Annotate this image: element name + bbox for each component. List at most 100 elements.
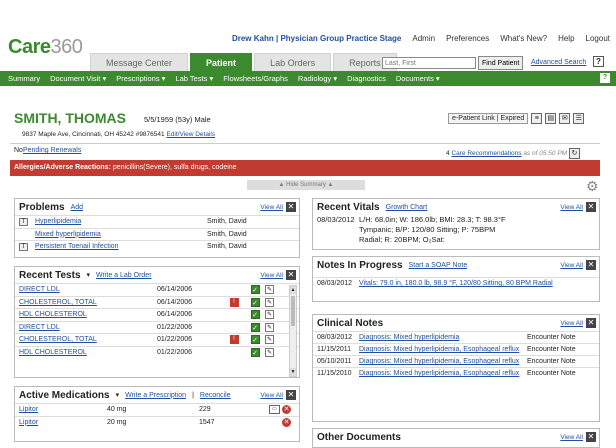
meds-view-all[interactable]: View All [260,392,283,399]
advanced-search-link[interactable]: Advanced Search [531,59,586,66]
patient-demographics: 5/5/1959 (53y) Male [144,115,211,124]
close-icon[interactable]: ✕ [286,390,296,400]
close-icon[interactable]: ✕ [586,202,596,212]
write-lab-order-link[interactable]: Write a Lab Order [96,272,152,279]
nav-prescriptions[interactable]: Prescriptions ▾ [116,74,165,83]
message-icon[interactable]: ▭ [269,405,280,415]
nav-radiology[interactable]: Radiology ▾ [298,74,337,83]
review-checkbox[interactable]: ✓ [250,322,260,332]
nav-diagnostics[interactable]: Diagnostics [347,74,386,83]
nav-document-visit[interactable]: Document Visit ▾ [50,74,106,83]
vitals-view-all[interactable]: View All [560,204,583,211]
list-item: T Hyperlipidemia Smith, David [15,215,299,228]
list-item: T Persistent Toenail Infection Smith, Davi… [15,240,299,253]
table-row: CHOLESTEROL, TOTAL 06/14/2006! ✓ ✎ [15,295,299,309]
list-item: 08/03/2012 Vitals: 79.0 in, 180.0 lb, 98.… [313,277,599,289]
edit-icon[interactable]: ✎ [265,322,274,332]
preferences-menu[interactable]: Preferences [446,34,489,43]
tab-lab-orders[interactable]: Lab Orders [254,53,332,71]
other-documents-panel: Other Documents View All ✕ [312,428,600,448]
patient-nav-bar: Summary Document Visit ▾ Prescriptions ▾… [0,71,616,86]
close-icon[interactable]: ✕ [286,202,296,212]
close-icon[interactable]: ✕ [586,260,596,270]
scrollbar[interactable]: ▲ ▼ [289,285,297,377]
review-checkbox[interactable]: ✓ [250,297,260,307]
list-item: 08/03/2012 Diagnosis: Mixed hyperlipidemi… [313,331,599,343]
table-row: CHOLESTEROL, TOTAL 01/22/2006! ✓ ✎ [15,333,299,346]
list-item: 11/15/2010 Diagnosis: Mixed hyperlipidemi… [313,367,599,379]
refresh-icon[interactable]: ↻ [568,148,580,159]
problems-view-all[interactable]: View All [260,204,283,211]
list-item: Mixed hyperlipidemia Smith, David [15,227,299,241]
active-medications-panel: Active Medications ▾ Write a Prescription |… [14,386,300,442]
notes-icon[interactable]: ≡ [531,113,543,124]
table-row: HDL CHOLESTEROL 06/14/2006 ✓ ✎ [15,308,299,321]
print-icon[interactable]: ▤ [545,113,557,124]
edit-icon[interactable]: ✎ [265,297,274,307]
care-recommendations-link[interactable]: Care Recommendations [451,150,521,157]
nav-documents[interactable]: Documents ▾ [396,74,440,83]
remove-icon[interactable]: ✕ [282,417,291,427]
nav-summary[interactable]: Summary [8,74,40,83]
vitals-values: L/H: 68.0in; W: 186.0lb; BMI: 28.3; T: 9… [359,215,506,244]
notes-in-progress-panel: Notes In Progress Start a SOAP Note View … [312,256,600,302]
care360-logo: Care360 [8,36,83,58]
close-icon[interactable]: ✕ [586,432,596,442]
recent-vitals-panel: Recent Vitals Growth Chart View All ✕ 08/… [312,198,600,250]
nav-flowsheets[interactable]: Flowsheets/Graphs [223,74,288,83]
pending-renewals-link[interactable]: Pending Renewals [23,147,81,154]
edit-icon[interactable]: ✎ [265,285,274,295]
record-icon[interactable]: T [19,217,28,226]
logout-link[interactable]: Logout [586,34,610,43]
review-checkbox[interactable]: ✓ [250,347,260,357]
clinical-notes-panel: Clinical Notes View All ✕ 08/03/2012 Diag… [312,314,600,422]
clinical-view-all[interactable]: View All [560,320,583,327]
review-checkbox[interactable]: ✓ [250,285,260,295]
list-item: Lipitor 20 mg 1547 ✕ [15,415,299,429]
write-prescription-link[interactable]: Write a Prescription [125,392,186,399]
review-checkbox[interactable]: ✓ [250,335,260,345]
review-checkbox[interactable]: ✓ [250,310,260,320]
list-item: Lipitor 40 mg 229 ▭ ✕ [15,403,299,416]
tests-view-all[interactable]: View All [260,272,283,279]
renewals: NoPending Renewals [14,147,82,154]
find-patient-button[interactable]: Find Patient [478,56,524,70]
help-icon[interactable]: ? [593,56,604,67]
patient-address: 9837 Maple Ave, Cincinnati, OH 45242 #98… [22,131,216,138]
tab-message-center[interactable]: Message Center [90,53,189,71]
admin-menu[interactable]: Admin [412,34,435,43]
nav-help-icon[interactable]: ? [600,73,610,83]
problems-panel: Problems Add View All ✕ T Hyperlipidemia Sm… [14,198,300,258]
close-icon[interactable]: ✕ [286,270,296,280]
alert-icon: ! [229,335,239,345]
patient-toolbar: e-Patient Link | Expired ≡ ▤ ✉ ☰ [448,113,585,124]
patient-search-input[interactable] [382,57,476,69]
tab-patient[interactable]: Patient [190,53,253,71]
edit-details-link[interactable]: Edit/View Details [166,131,215,138]
start-soap-note-link[interactable]: Start a SOAP Note [409,262,468,269]
add-problem-link[interactable]: Add [71,204,83,211]
growth-chart-link[interactable]: Growth Chart [386,204,428,211]
whats-new-link[interactable]: What's New? [500,34,547,43]
edit-icon[interactable]: ✎ [265,310,274,320]
epatient-link-button[interactable]: e-Patient Link | Expired [448,113,529,124]
other-docs-view-all[interactable]: View All [560,434,583,441]
remove-icon[interactable]: ✕ [282,405,291,415]
edit-icon[interactable]: ✎ [265,347,274,357]
top-bar: Drew Kahn | Physician Group Practice Sta… [232,34,610,43]
list-icon[interactable]: ☰ [573,113,585,124]
table-row: DIRECT LDL 06/14/2006 ✓ ✎ [15,283,299,296]
gear-icon[interactable]: ⚙ [586,178,599,195]
nav-lab-tests[interactable]: Lab Tests ▾ [175,74,213,83]
close-icon[interactable]: ✕ [586,318,596,328]
reconcile-link[interactable]: Reconcile [200,392,231,399]
record-icon[interactable]: T [19,242,28,251]
table-row: DIRECT LDL 01/22/2006 ✓ ✎ [15,320,299,334]
hide-summary-button[interactable]: ▲ Hide Summary ▲ [247,180,365,190]
table-row: HDL CHOLESTEROL 01/22/2006 ✓ ✎ [15,345,299,359]
progress-view-all[interactable]: View All [560,262,583,269]
help-link[interactable]: Help [558,34,574,43]
edit-icon[interactable]: ✎ [265,335,274,345]
alert-icon: ! [229,297,239,307]
mail-icon[interactable]: ✉ [559,113,571,124]
